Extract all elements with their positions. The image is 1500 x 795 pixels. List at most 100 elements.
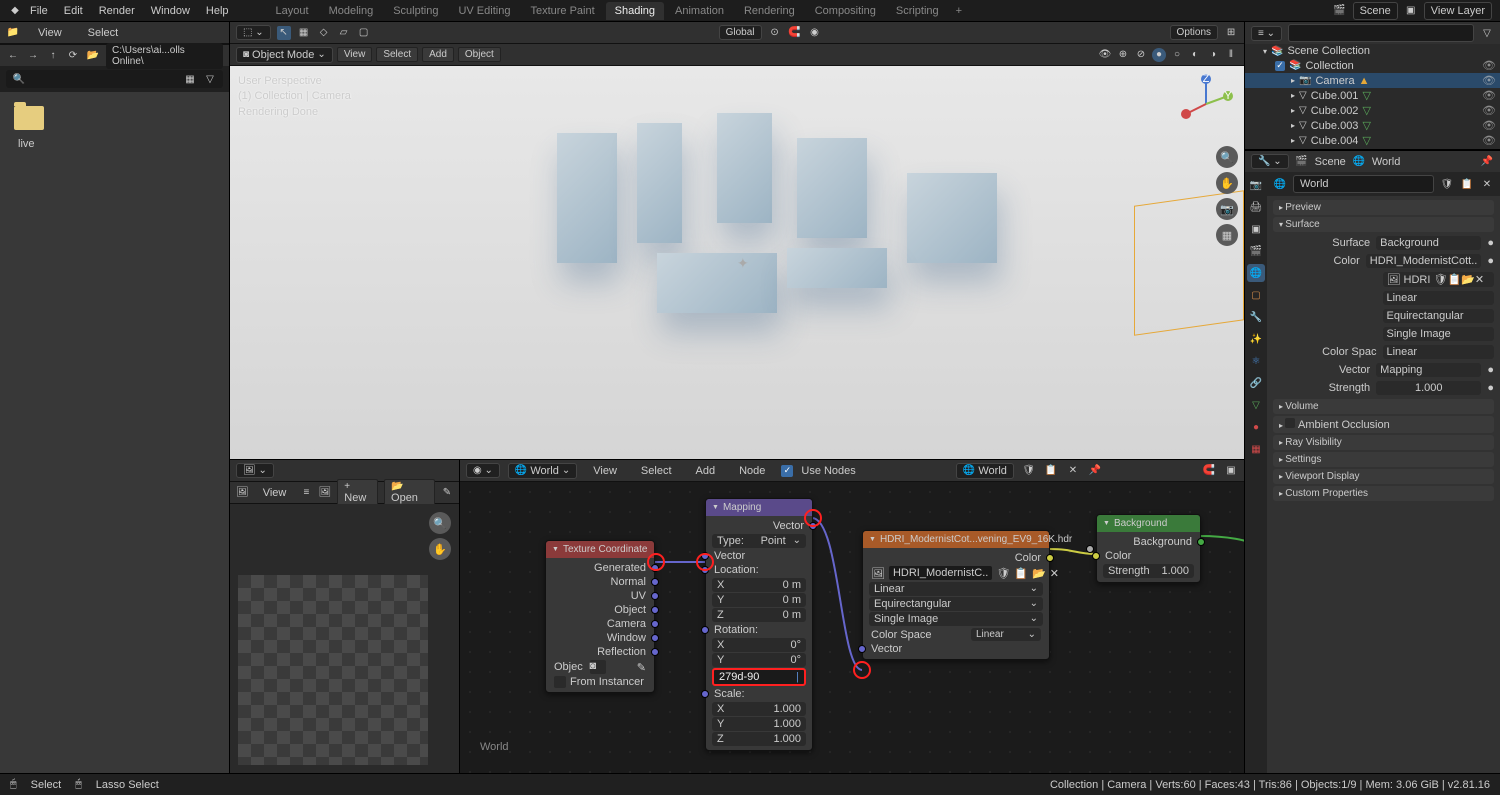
shade-solid-icon[interactable]: ○: [1170, 48, 1184, 62]
camera-icon[interactable]: 📷: [1216, 198, 1238, 220]
ptab-material[interactable]: ●: [1247, 418, 1265, 436]
filter-icon[interactable]: ▽: [203, 72, 217, 86]
loc-y[interactable]: Y0 m: [712, 593, 806, 607]
tab-animation[interactable]: Animation: [666, 2, 733, 20]
overlay-icon[interactable]: ▣: [1224, 464, 1238, 478]
out-object[interactable]: Object: [546, 603, 654, 617]
nav-up-icon[interactable]: ↑: [46, 49, 60, 63]
orientation-dropdown[interactable]: Global: [719, 25, 762, 40]
use-nodes-checkbox[interactable]: [781, 465, 793, 477]
in-color[interactable]: Color: [1097, 549, 1200, 563]
interp-value[interactable]: Linear: [1383, 291, 1495, 305]
out-uv[interactable]: UV: [546, 589, 654, 603]
ptab-texture[interactable]: ▦: [1247, 440, 1265, 458]
panel-custom[interactable]: Custom Properties: [1273, 486, 1494, 501]
out-camera[interactable]: Camera: [546, 617, 654, 631]
ptab-constraint[interactable]: 🔗: [1247, 374, 1265, 392]
loc-z[interactable]: Z0 m: [712, 608, 806, 622]
ptab-data[interactable]: ▽: [1247, 396, 1265, 414]
img-editor-type[interactable]: 🖼 ⌄: [236, 463, 274, 478]
ptab-scene[interactable]: 🎬: [1247, 242, 1265, 260]
ptab-object[interactable]: ▢: [1247, 286, 1265, 304]
world-data[interactable]: 🌐 World: [956, 463, 1014, 479]
cs-value[interactable]: Linear: [1383, 345, 1495, 359]
panel-surface[interactable]: Surface: [1273, 217, 1494, 232]
copy-icon[interactable]: 📋: [1044, 464, 1058, 478]
strength[interactable]: Strength1.000: [1103, 564, 1194, 578]
shade-wire-icon[interactable]: ●: [1152, 48, 1166, 62]
img-open[interactable]: 📂 Open: [384, 479, 435, 506]
cursor-tool-icon[interactable]: ↖: [277, 26, 291, 40]
scale-y[interactable]: Y1.000: [712, 717, 806, 731]
proportional-icon[interactable]: ◉: [808, 26, 822, 40]
tree-camera[interactable]: ▸📷 Camera ▲👁: [1245, 73, 1500, 88]
tab-uv[interactable]: UV Editing: [449, 2, 519, 20]
single-dropdown[interactable]: Single Image: [869, 612, 1043, 626]
nav-gizmo[interactable]: Z Y: [1176, 74, 1236, 134]
tree-cube002[interactable]: ▸▽ Cube.002 ▽👁: [1245, 103, 1500, 118]
folder-icon[interactable]: [14, 106, 44, 130]
unlink-icon[interactable]: ✕: [1066, 464, 1080, 478]
vec-value[interactable]: Mapping: [1376, 363, 1481, 377]
panel-ray[interactable]: Ray Visibility: [1273, 435, 1494, 450]
panel-ao[interactable]: Ambient Occlusion: [1273, 416, 1494, 433]
img-list-icon[interactable]: ≡: [300, 486, 312, 500]
rot-x[interactable]: X0°: [712, 638, 806, 652]
tree-scene-collection[interactable]: ▾📚 Scene Collection: [1245, 44, 1500, 58]
strength-value[interactable]: 1.000: [1376, 381, 1481, 395]
nav-folder-icon[interactable]: 📂: [86, 49, 100, 63]
tab-compositing[interactable]: Compositing: [806, 2, 885, 20]
node-add[interactable]: Add: [688, 462, 724, 480]
in-vector[interactable]: Vector: [706, 549, 812, 563]
node-editor-type[interactable]: ◉ ⌄: [466, 463, 500, 478]
nav-refresh-icon[interactable]: ⟳: [66, 49, 80, 63]
menu-render[interactable]: Render: [91, 2, 143, 20]
tab-sculpting[interactable]: Sculpting: [384, 2, 447, 20]
tab-add[interactable]: +: [950, 2, 968, 20]
snap-grid-icon[interactable]: ▦: [297, 26, 311, 40]
props-editor-type[interactable]: 🔧 ⌄: [1251, 154, 1289, 169]
editor-type[interactable]: ⬚ ⌄: [236, 25, 271, 40]
scale-z[interactable]: Z1.000: [712, 732, 806, 746]
nav-fwd-icon[interactable]: →: [26, 49, 40, 63]
node-select[interactable]: Select: [633, 462, 680, 480]
node-environment-texture[interactable]: HDRI_ModernistCot...vening_EV9_16K.hdr C…: [862, 530, 1050, 660]
from-instancer[interactable]: From Instancer: [546, 675, 654, 689]
overlay-toggle-icon[interactable]: ⊞: [1224, 26, 1238, 40]
node-view[interactable]: View: [585, 462, 625, 480]
ptab-output[interactable]: 🖨: [1247, 198, 1265, 216]
vp-select[interactable]: Select: [376, 47, 418, 62]
outliner-type[interactable]: ≡ ⌄: [1251, 26, 1282, 41]
shade-render-icon[interactable]: ◑: [1206, 48, 1220, 62]
tab-texpaint[interactable]: Texture Paint: [521, 2, 603, 20]
snap-face-icon[interactable]: ▢: [357, 26, 371, 40]
ptab-render[interactable]: 📷: [1247, 176, 1265, 194]
ptab-physics[interactable]: ⚛: [1247, 352, 1265, 370]
outliner-search[interactable]: [1288, 24, 1474, 42]
img-zoom-icon[interactable]: 🔍: [429, 512, 451, 534]
panel-settings[interactable]: Settings: [1273, 452, 1494, 467]
img-mode-icon[interactable]: 🖼: [236, 486, 249, 500]
out-background[interactable]: Background: [1097, 535, 1200, 549]
vp-add[interactable]: Add: [422, 47, 454, 62]
tree-cube003[interactable]: ▸▽ Cube.003 ▽👁: [1245, 118, 1500, 133]
shader-editor[interactable]: ◉ ⌄ 🌐 World ⌄ View Select Add Node Use N…: [460, 460, 1244, 773]
tab-shading[interactable]: Shading: [606, 2, 664, 20]
unlink-icon[interactable]: ✕: [1480, 177, 1494, 191]
tree-cube004[interactable]: ▸▽ Cube.004 ▽👁: [1245, 133, 1500, 148]
pin-icon[interactable]: 📌: [1480, 155, 1494, 169]
pin-icon[interactable]: 📌: [1088, 464, 1102, 478]
loc-x[interactable]: X0 m: [712, 578, 806, 592]
rot-y[interactable]: Y0°: [712, 653, 806, 667]
snap-icon[interactable]: 🧲: [1202, 464, 1216, 478]
tab-modeling[interactable]: Modeling: [320, 2, 383, 20]
node-background[interactable]: Background Background Color Strength1.00…: [1096, 514, 1201, 583]
hdri-browse[interactable]: 🖼 HDRI 🛡📋📂✕: [1383, 272, 1495, 287]
out-normal[interactable]: Normal: [546, 575, 654, 589]
color-value[interactable]: HDRI_ModernistCott..: [1366, 254, 1482, 268]
tree-collection[interactable]: 📚 Collection👁: [1245, 58, 1500, 73]
shade-matprev-icon[interactable]: ◐: [1188, 48, 1202, 62]
menu-help[interactable]: Help: [198, 2, 237, 20]
tab-layout[interactable]: Layout: [267, 2, 318, 20]
ptab-modifier[interactable]: 🔧: [1247, 308, 1265, 326]
